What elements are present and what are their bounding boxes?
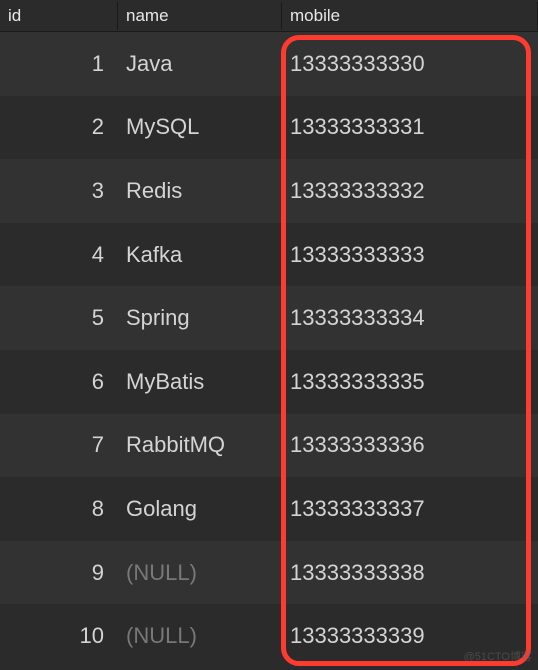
cell-name[interactable]: MySQL [118, 96, 282, 160]
cell-id[interactable]: 1 [0, 32, 118, 96]
table-row[interactable]: 7RabbitMQ13333333336 [0, 414, 538, 478]
cell-name[interactable]: MyBatis [118, 350, 282, 414]
table-row[interactable]: 8Golang13333333337 [0, 477, 538, 541]
cell-name[interactable]: (NULL) [118, 541, 282, 605]
cell-name[interactable]: Redis [118, 159, 282, 223]
cell-mobile[interactable]: 13333333333 [282, 223, 538, 287]
cell-mobile[interactable]: 13333333331 [282, 96, 538, 160]
column-header-mobile[interactable]: mobile [282, 2, 538, 30]
cell-name[interactable]: RabbitMQ [118, 414, 282, 478]
cell-id[interactable]: 3 [0, 159, 118, 223]
table-row[interactable]: 5Spring13333333334 [0, 286, 538, 350]
cell-id[interactable]: 7 [0, 414, 118, 478]
cell-id[interactable]: 9 [0, 541, 118, 605]
cell-name[interactable]: Spring [118, 286, 282, 350]
data-table: id name mobile 1Java133333333302MySQL133… [0, 0, 538, 668]
column-header-name[interactable]: name [118, 2, 282, 30]
cell-id[interactable]: 4 [0, 223, 118, 287]
table-header-row: id name mobile [0, 0, 538, 32]
table-row[interactable]: 10(NULL)13333333339 [0, 604, 538, 668]
cell-mobile[interactable]: 13333333332 [282, 159, 538, 223]
cell-name[interactable]: Kafka [118, 223, 282, 287]
table-row[interactable]: 2MySQL13333333331 [0, 96, 538, 160]
cell-mobile[interactable]: 13333333336 [282, 414, 538, 478]
cell-name[interactable]: Golang [118, 477, 282, 541]
cell-name[interactable]: Java [118, 32, 282, 96]
cell-mobile[interactable]: 13333333334 [282, 286, 538, 350]
table-row[interactable]: 6MyBatis13333333335 [0, 350, 538, 414]
cell-mobile[interactable]: 13333333338 [282, 541, 538, 605]
cell-id[interactable]: 6 [0, 350, 118, 414]
cell-name[interactable]: (NULL) [118, 604, 282, 668]
cell-id[interactable]: 8 [0, 477, 118, 541]
table-row[interactable]: 1Java13333333330 [0, 32, 538, 96]
cell-mobile[interactable]: 13333333330 [282, 32, 538, 96]
cell-mobile[interactable]: 13333333337 [282, 477, 538, 541]
cell-id[interactable]: 2 [0, 96, 118, 160]
table-body: 1Java133333333302MySQL133333333313Redis1… [0, 32, 538, 668]
cell-id[interactable]: 5 [0, 286, 118, 350]
cell-mobile[interactable]: 13333333335 [282, 350, 538, 414]
cell-id[interactable]: 10 [0, 604, 118, 668]
column-header-id[interactable]: id [0, 2, 118, 30]
table-row[interactable]: 9(NULL)13333333338 [0, 541, 538, 605]
table-row[interactable]: 3Redis13333333332 [0, 159, 538, 223]
table-row[interactable]: 4Kafka13333333333 [0, 223, 538, 287]
watermark: @51CTO博客 [464, 648, 532, 664]
